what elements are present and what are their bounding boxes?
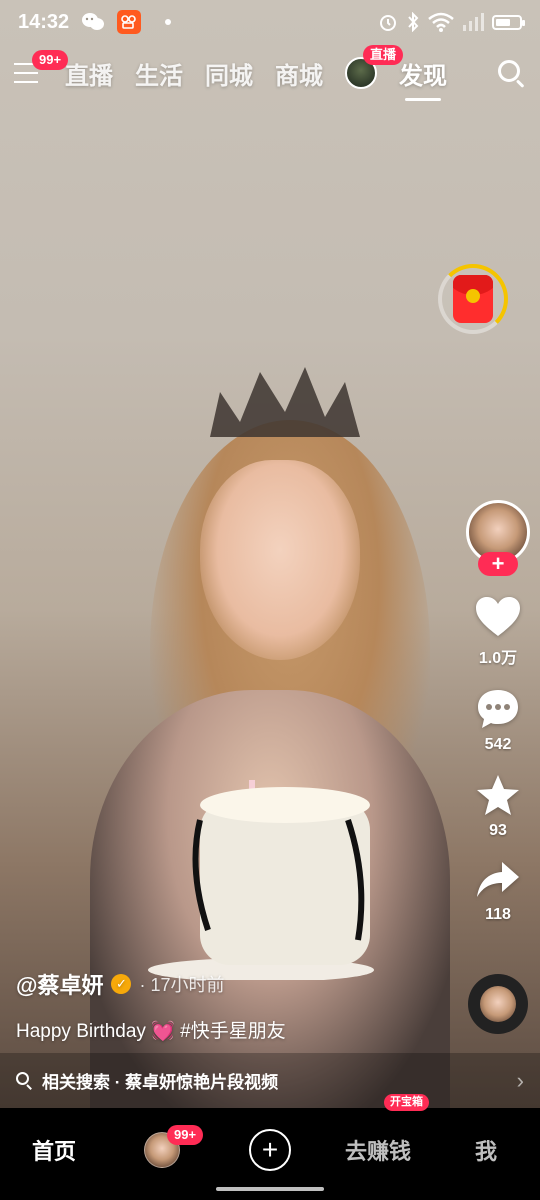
right-action-rail: + 1.0万 542 93 118 — [462, 500, 534, 924]
verified-icon: ✓ — [111, 974, 132, 994]
wechat-icon — [81, 10, 105, 34]
status-bar: 14:32 — [0, 0, 540, 44]
like-action[interactable]: 1.0万 — [475, 596, 521, 668]
treasure-badge: 开宝箱 — [384, 1094, 429, 1111]
favorite-action[interactable]: 93 — [476, 774, 520, 840]
heart-icon — [476, 597, 520, 636]
description-text: Happy Birthday — [16, 1021, 146, 1042]
status-time: 14:32 — [18, 10, 70, 33]
home-indicator[interactable] — [216, 1187, 324, 1191]
battery-icon — [492, 14, 525, 30]
video-caption: @蔡卓妍 ✓ · 17小时前 Happy Birthday 💓 #快手星朋友 — [16, 968, 456, 1043]
video-player[interactable] — [0, 0, 540, 1108]
notification-dot — [165, 19, 172, 25]
video-frame-face — [200, 460, 360, 660]
tab-discover[interactable]: 发现 — [399, 56, 447, 101]
author-name[interactable]: @蔡卓妍 — [16, 968, 103, 1000]
plus-icon: + — [249, 1129, 291, 1171]
menu-badge: 99+ — [32, 50, 69, 70]
follow-button[interactable]: + — [478, 552, 518, 576]
tab-create[interactable]: + — [216, 1118, 324, 1182]
heart-emoji: 💓 — [151, 1021, 175, 1042]
comment-count: 542 — [484, 736, 512, 753]
music-disc-button[interactable] — [468, 974, 528, 1034]
video-frame-cake — [148, 780, 374, 980]
menu-button[interactable]: 99+ — [14, 50, 69, 88]
hashtag-link[interactable]: #快手星朋友 — [180, 1021, 286, 1042]
share-action[interactable]: 118 — [476, 860, 520, 924]
tab-following[interactable]: 99+ — [108, 1118, 216, 1182]
kuaishou-icon — [117, 10, 142, 34]
earn-label: 去赚钱 — [344, 1139, 411, 1164]
search-icon[interactable] — [496, 58, 526, 88]
red-envelope-icon — [453, 275, 493, 323]
live-avatar-button[interactable]: 直播 — [345, 45, 404, 89]
red-packet-button[interactable] — [438, 264, 508, 334]
share-icon — [477, 862, 519, 897]
tab-life[interactable]: 生活 — [135, 56, 183, 91]
like-count: 1.0万 — [478, 650, 518, 667]
tab-mall[interactable]: 商城 — [275, 56, 323, 91]
following-avatar: 99+ — [144, 1125, 204, 1168]
bluetooth-icon — [408, 12, 419, 32]
following-badge: 99+ — [167, 1125, 204, 1145]
tab-local[interactable]: 同城 — [205, 56, 253, 91]
star-icon — [477, 775, 519, 815]
tab-earn[interactable]: 去赚钱 开宝箱 — [324, 1094, 432, 1182]
comment-action[interactable]: 542 — [476, 688, 520, 754]
live-badge: 直播 — [363, 45, 404, 65]
post-time: · 17小时前 — [139, 975, 225, 995]
tab-me[interactable]: 我 — [432, 1118, 540, 1182]
favorite-count: 93 — [489, 822, 507, 839]
video-frame-crown — [210, 367, 360, 437]
search-small-icon — [16, 1071, 34, 1090]
wifi-icon — [428, 12, 454, 32]
signal-icon — [463, 13, 484, 31]
share-count: 118 — [485, 906, 511, 923]
chevron-right-icon: › — [516, 1067, 524, 1093]
related-search-label: 相关搜索 · 蔡卓妍惊艳片段视频 — [42, 1073, 279, 1092]
alarm-icon — [380, 15, 396, 31]
status-indicators — [378, 12, 525, 32]
comment-icon — [478, 690, 518, 728]
video-description: Happy Birthday 💓 #快手星朋友 — [16, 1016, 456, 1043]
tab-live[interactable]: 直播 — [65, 56, 113, 91]
tab-home[interactable]: 首页 — [0, 1118, 108, 1182]
author-line: @蔡卓妍 ✓ · 17小时前 — [16, 968, 456, 1000]
top-nav: 99+ 直播 生活 同城 商城 直播 发现 — [0, 45, 540, 101]
music-cover — [480, 986, 516, 1022]
related-search-bar[interactable]: 相关搜索 · 蔡卓妍惊艳片段视频 › — [0, 1053, 540, 1108]
